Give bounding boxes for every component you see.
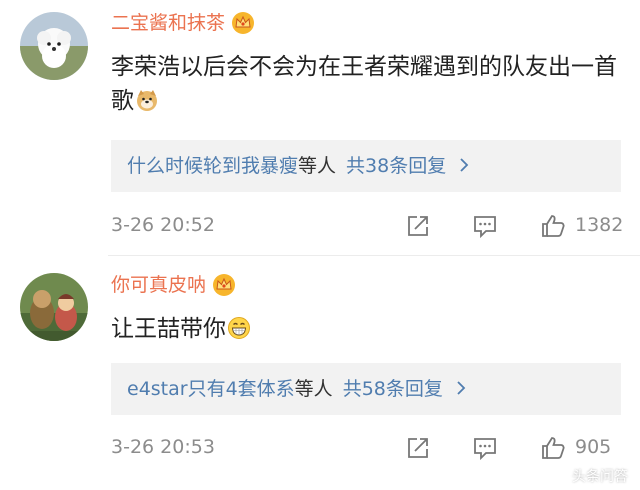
watermark-logo-icon (550, 467, 568, 485)
thumbs-up-icon[interactable] (539, 434, 567, 462)
comment-item: 二宝酱和抹茶 李荣浩以后会不会为在王者荣耀遇到的队友出一首歌 什么时候轮到我暴瘦… (0, 0, 640, 256)
reply-preview[interactable]: 什么时候轮到我暴瘦等人 共38条回复 (111, 140, 621, 192)
comment-icon[interactable] (471, 212, 499, 240)
crown-icon (232, 12, 255, 34)
reply-middle-text: 等人 (298, 155, 337, 177)
grin-emoji-icon (228, 317, 250, 339)
comment-icon[interactable] (471, 434, 499, 462)
reply-count[interactable]: 共58条回复 (343, 378, 443, 400)
reply-preview[interactable]: e4star只有4套体系等人 共58条回复 (111, 363, 621, 415)
timestamp: 3-26 20:53 (111, 436, 215, 458)
comment-text: 让王喆带你 (111, 312, 621, 346)
chevron-right-icon (452, 155, 470, 177)
watermark: 头条问答 (550, 466, 628, 486)
chevron-right-icon (449, 378, 467, 400)
comment-text: 李荣浩以后会不会为在王者荣耀遇到的队友出一首歌 (111, 54, 617, 114)
username-text[interactable]: 你可真皮呐 (111, 272, 206, 298)
reply-user[interactable]: 什么时候轮到我暴瘦 (127, 155, 298, 177)
avatar[interactable] (20, 273, 88, 341)
like-count: 1382 (575, 214, 624, 236)
reply-count[interactable]: 共38条回复 (346, 155, 446, 177)
username[interactable]: 二宝酱和抹茶 (111, 10, 255, 36)
avatar[interactable] (20, 12, 88, 80)
crown-icon (213, 274, 236, 296)
watermark-text: 头条问答 (572, 469, 628, 485)
username-text[interactable]: 二宝酱和抹茶 (111, 10, 225, 36)
comment-footer: 3-26 20:53 905 (111, 431, 622, 465)
like-count: 905 (575, 436, 612, 458)
doge-emoji-icon (137, 90, 157, 111)
comment-item: 你可真皮呐 让王喆带你 e4star只有4套体系等人 共58条回复 3-26 20… (0, 256, 640, 490)
reply-middle-text: 等人 (294, 378, 333, 400)
timestamp: 3-26 20:52 (111, 214, 215, 236)
share-icon[interactable] (404, 434, 432, 462)
reply-user[interactable]: e4star只有4套体系 (127, 378, 295, 400)
username[interactable]: 你可真皮呐 (111, 272, 236, 298)
comment-footer: 3-26 20:52 1382 (111, 209, 624, 243)
share-icon[interactable] (404, 212, 432, 240)
thumbs-up-icon[interactable] (539, 212, 567, 240)
